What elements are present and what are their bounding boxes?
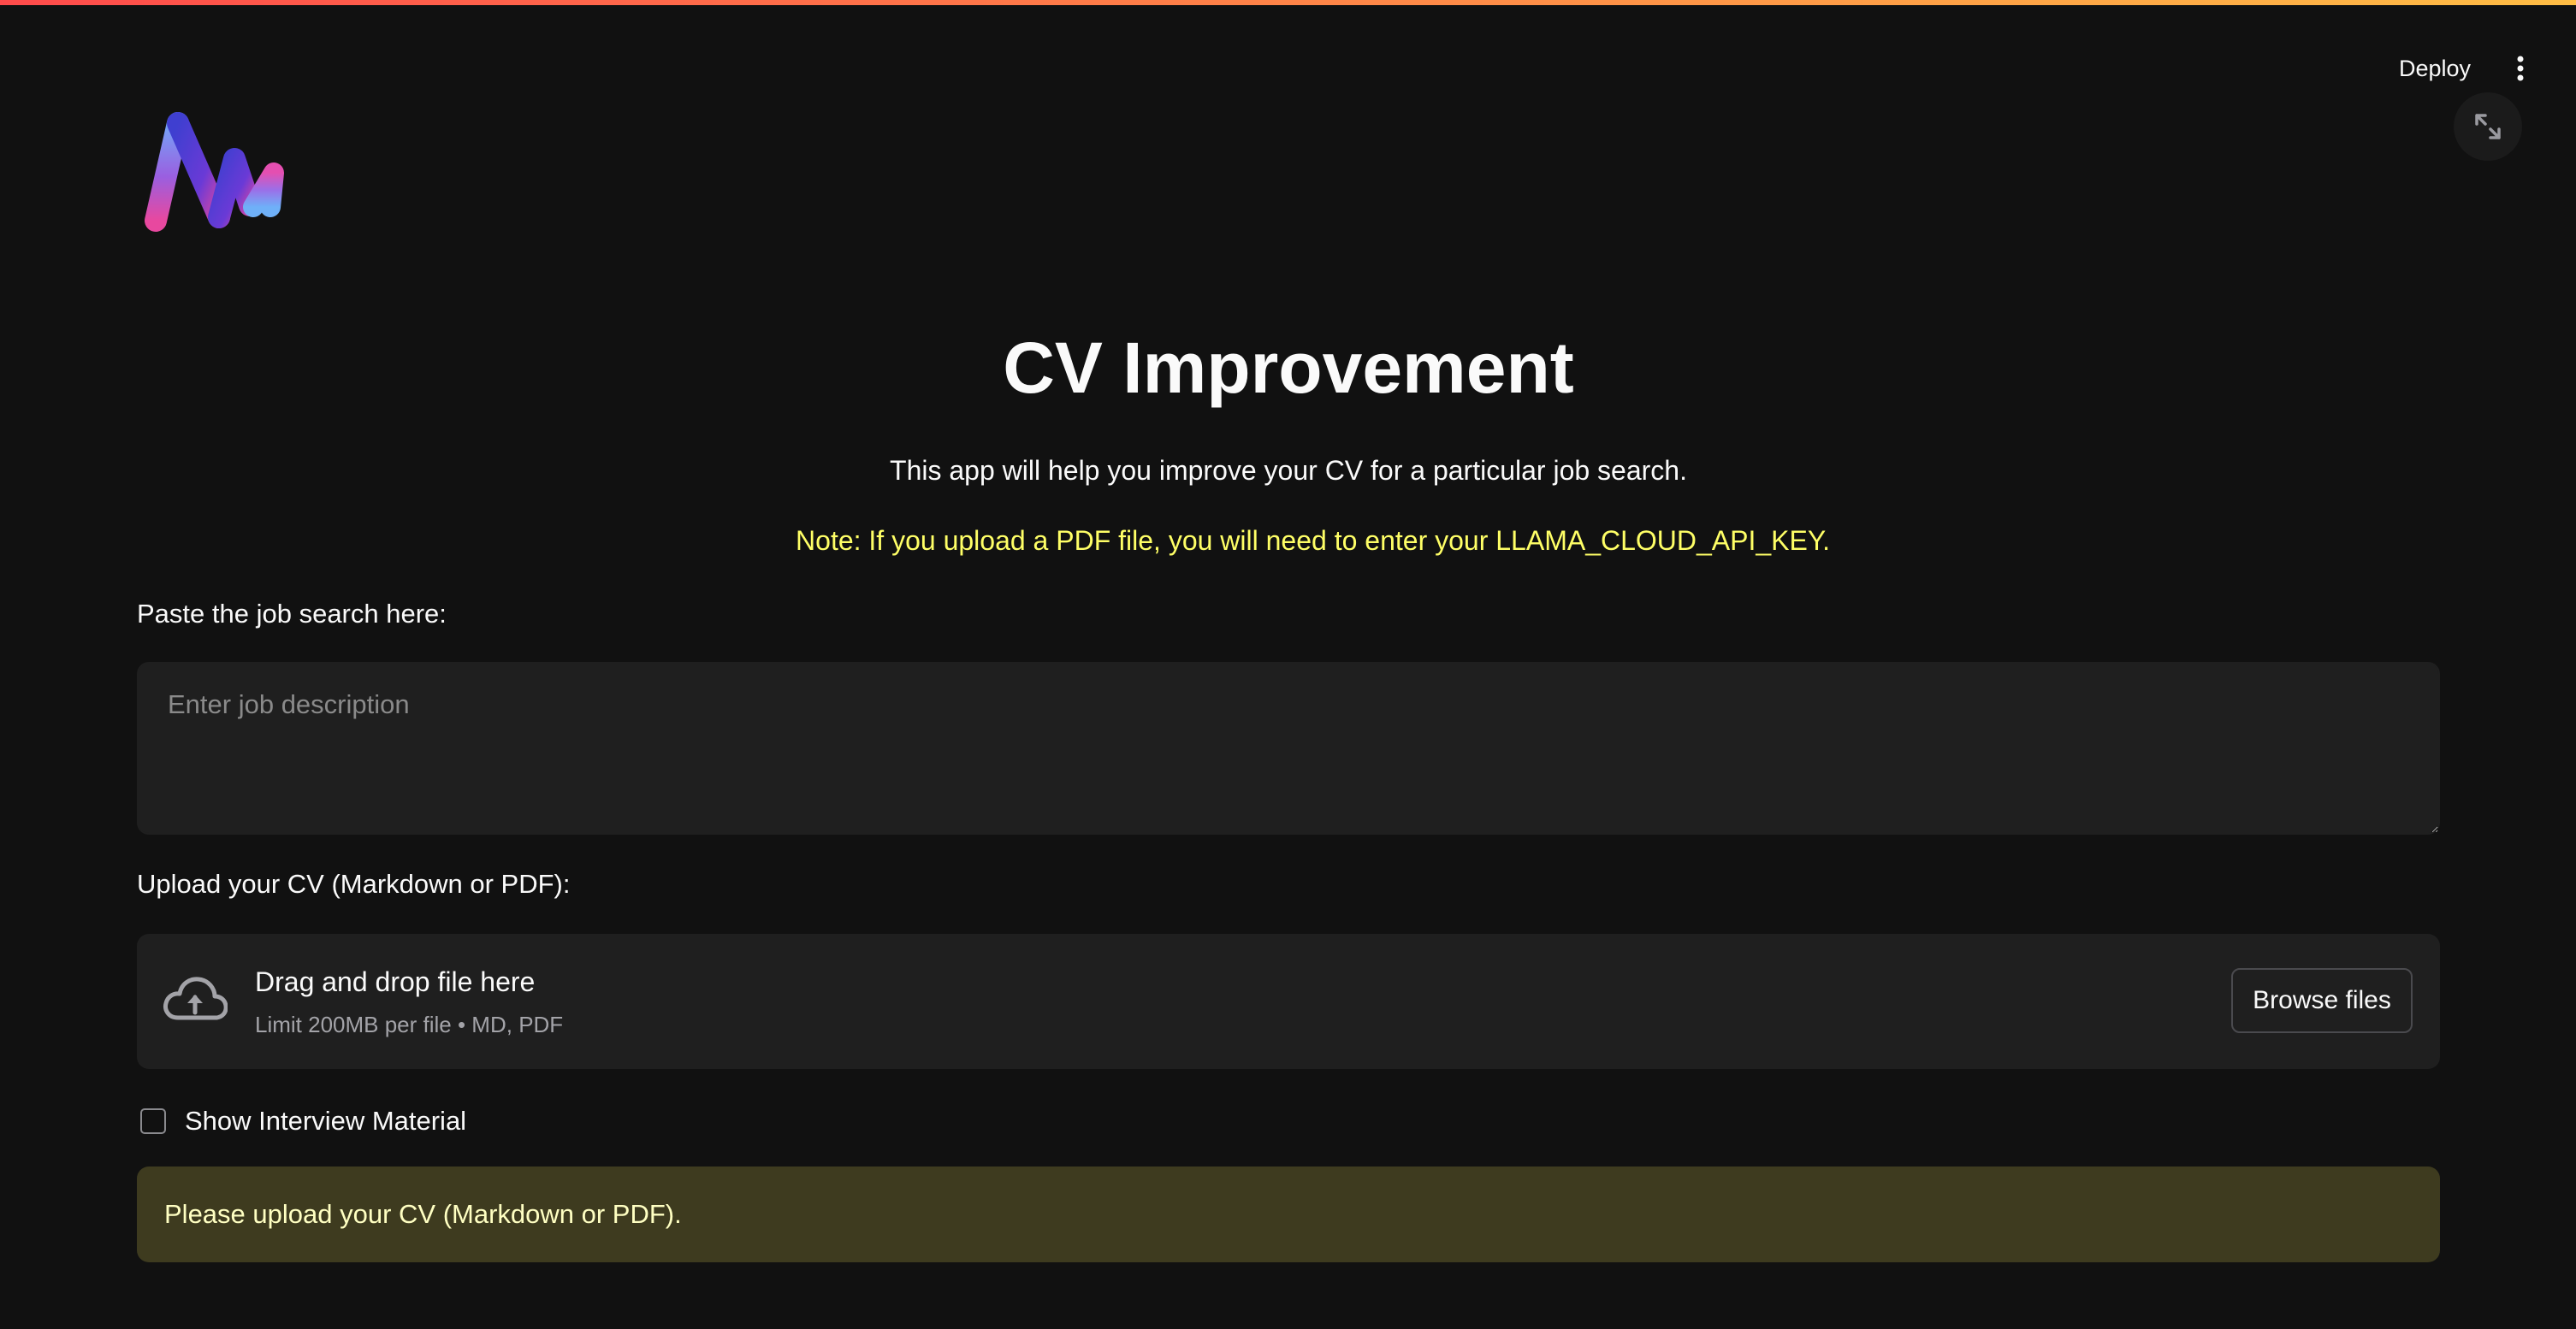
upload-warning-alert: Please upload your CV (Markdown or PDF). xyxy=(137,1167,2440,1262)
page-subtitle: This app will help you improve your CV f… xyxy=(890,455,1687,486)
cloud-upload-icon xyxy=(163,977,228,1020)
app-logo-icon xyxy=(145,112,284,232)
warning-text: Please upload your CV (Markdown or PDF). xyxy=(164,1199,682,1229)
app-logo xyxy=(144,104,298,241)
job-search-label: Paste the job search here: xyxy=(137,599,447,629)
browse-files-button[interactable]: Browse files xyxy=(2231,968,2413,1033)
pdf-api-key-note: Note: If you upload a PDF file, you will… xyxy=(796,525,1830,556)
show-interview-material-checkbox[interactable]: Show Interview Material xyxy=(140,1102,466,1141)
dropzone-limit-text: Limit 200MB per file • MD, PDF xyxy=(255,1012,564,1037)
dropzone-title: Drag and drop file here xyxy=(255,966,536,997)
checkbox-box[interactable] xyxy=(140,1108,166,1134)
fullscreen-expand-icon xyxy=(2475,114,2501,139)
deploy-button[interactable]: Deploy xyxy=(2378,50,2491,87)
fullscreen-expand-button[interactable] xyxy=(2454,92,2522,161)
kebab-vertical-icon xyxy=(2517,56,2524,81)
job-description-textarea[interactable] xyxy=(137,662,2440,835)
cv-upload-label: Upload your CV (Markdown or PDF): xyxy=(137,869,571,899)
main-content: CV Improvement This app will help you im… xyxy=(137,325,2440,1262)
checkbox-label: Show Interview Material xyxy=(185,1106,467,1136)
main-menu-button[interactable] xyxy=(2502,50,2539,87)
page-title: CV Improvement xyxy=(1003,328,1574,408)
file-dropzone[interactable]: Drag and drop file here Limit 200MB per … xyxy=(137,934,2440,1069)
app-header: Deploy xyxy=(0,5,2576,120)
